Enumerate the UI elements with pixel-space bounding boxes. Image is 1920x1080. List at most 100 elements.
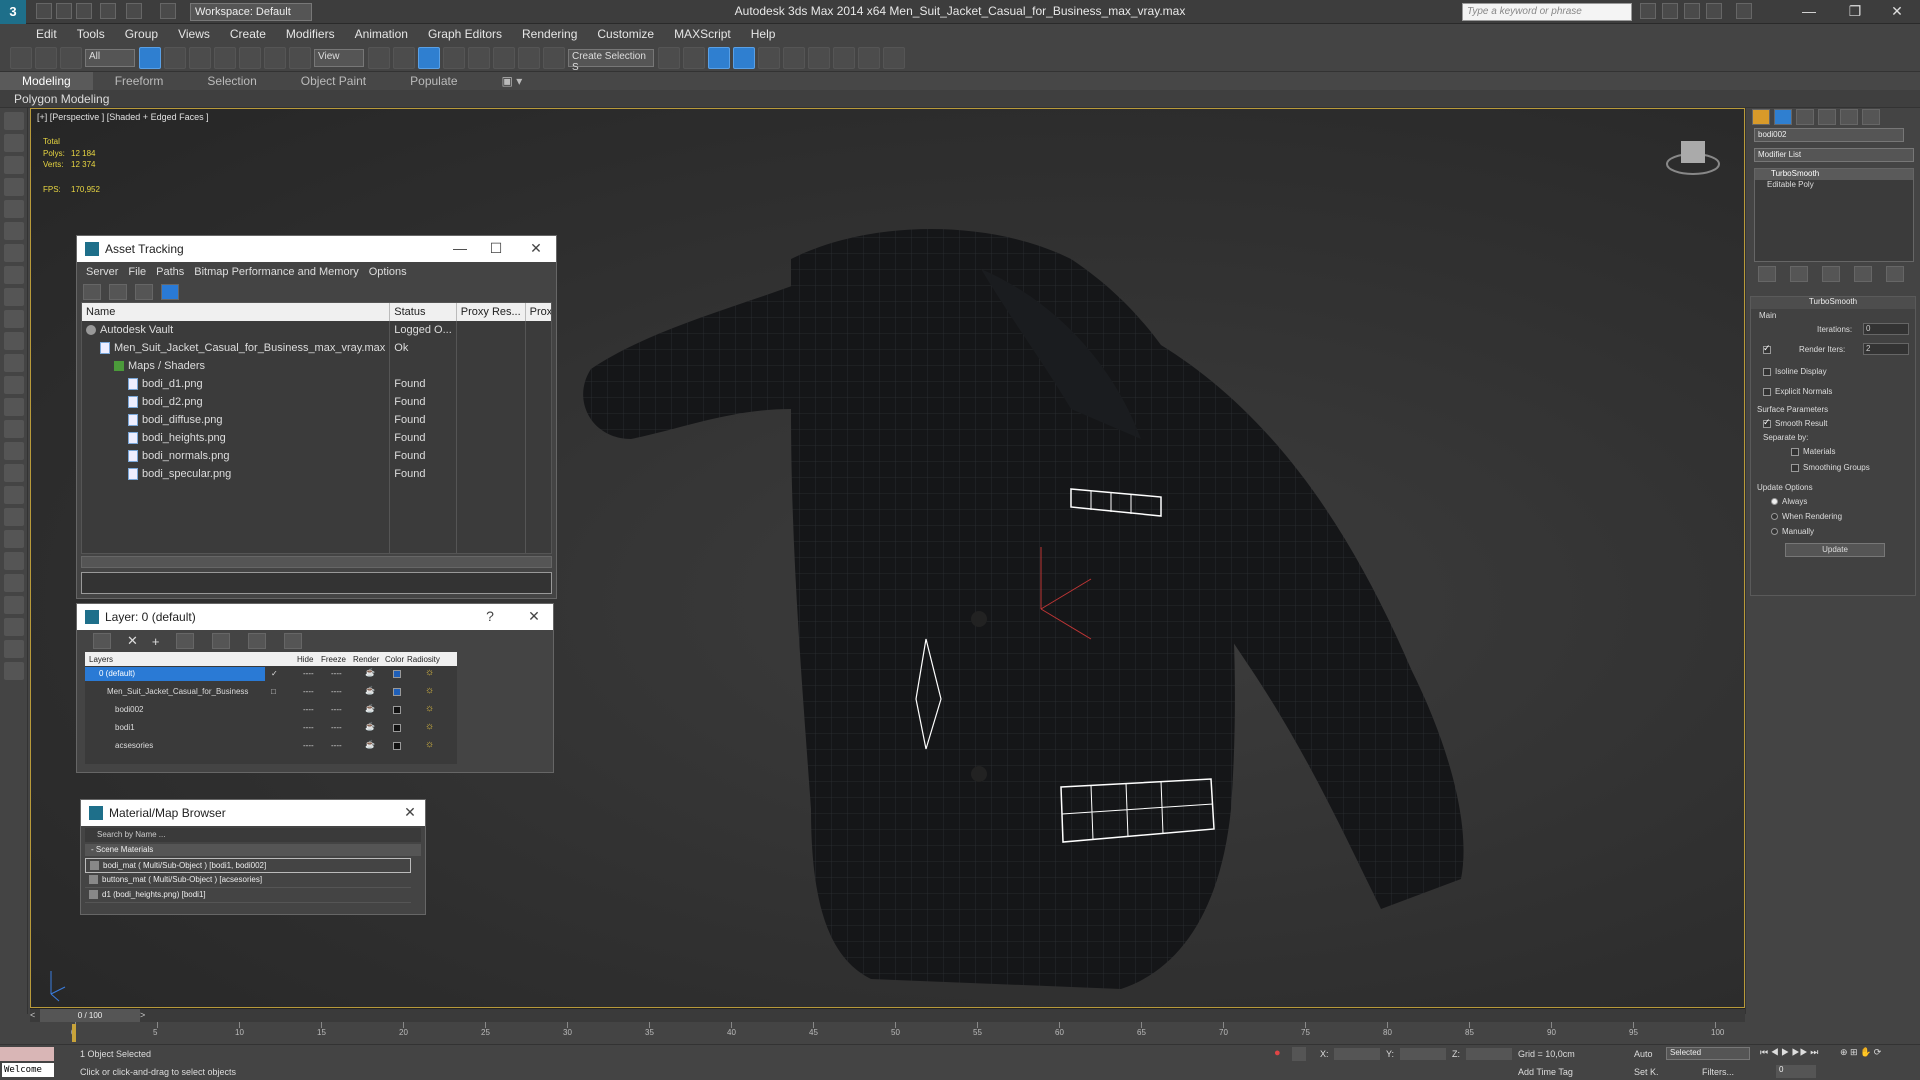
layer-dialog-titlebar[interactable]: Layer: 0 (default) ? ✕ bbox=[77, 604, 553, 630]
motion-tab-icon[interactable] bbox=[1818, 109, 1836, 125]
current-layer-check[interactable]: □ bbox=[271, 687, 276, 696]
hierarchy-icon[interactable] bbox=[4, 486, 24, 504]
select-in-layer-icon[interactable] bbox=[175, 633, 194, 649]
remove-modifier-icon[interactable] bbox=[1854, 266, 1872, 282]
select-object-icon[interactable] bbox=[139, 46, 161, 69]
material-item[interactable]: buttons_mat ( Multi/Sub-Object ) [acseso… bbox=[85, 873, 411, 888]
layer-color-swatch[interactable] bbox=[393, 724, 401, 732]
sphere-icon[interactable] bbox=[4, 332, 24, 350]
table-view-icon[interactable] bbox=[135, 284, 153, 300]
layers-icon[interactable] bbox=[4, 618, 24, 636]
stack-item-editable-poly[interactable]: Editable Poly bbox=[1755, 180, 1913, 191]
isoline-checkbox[interactable]: Isoline Display bbox=[1763, 367, 1827, 376]
rollout-title[interactable]: TurboSmooth bbox=[1751, 297, 1915, 309]
biped-icon[interactable] bbox=[4, 530, 24, 548]
key-filters-button[interactable]: Filters... bbox=[1702, 1067, 1734, 1077]
smooth-result-checkbox[interactable]: Smooth Result bbox=[1763, 417, 1827, 428]
column-header-status[interactable]: Status bbox=[389, 303, 457, 321]
save-file-icon[interactable] bbox=[76, 3, 92, 19]
radiosity-icon[interactable]: ☼ bbox=[425, 703, 434, 714]
camera-icon[interactable] bbox=[4, 156, 24, 174]
freeze-toggle[interactable]: ---- bbox=[331, 723, 342, 732]
layer-name[interactable]: bodi002 bbox=[85, 703, 265, 717]
show-end-result-icon[interactable] bbox=[1790, 266, 1808, 282]
menu-paths[interactable]: Paths bbox=[151, 262, 189, 282]
perspective-viewport[interactable]: [+] [Perspective ] [Shaded + Edged Faces… bbox=[30, 108, 1745, 1008]
auto-key-button[interactable]: Auto bbox=[1634, 1049, 1653, 1059]
table-row[interactable]: bodi_heights.png Found bbox=[82, 429, 551, 447]
radiosity-icon[interactable]: ☼ bbox=[425, 739, 434, 750]
new-file-icon[interactable] bbox=[36, 3, 52, 19]
mirror-icon[interactable] bbox=[658, 46, 680, 69]
favorites-star-icon[interactable] bbox=[1706, 3, 1722, 19]
layer-row[interactable]: bodi002 ---- ---- ☕ ☼ bbox=[85, 702, 457, 720]
hide-toggle[interactable]: ---- bbox=[303, 723, 314, 732]
layer-name[interactable]: 0 (default) bbox=[85, 667, 265, 681]
tab-modeling[interactable]: Modeling bbox=[0, 72, 93, 90]
select-by-name-icon[interactable] bbox=[164, 46, 186, 69]
column-header-proxy[interactable]: Proxy bbox=[525, 303, 551, 321]
script-mini-listener[interactable] bbox=[0, 1047, 54, 1061]
layer-color-swatch[interactable] bbox=[393, 670, 401, 678]
layer-row[interactable]: Men_Suit_Jacket_Casual_for_Business □ ----… bbox=[85, 684, 457, 702]
layer-row[interactable]: 0 (default) ✓ ---- ---- ☕ ☼ bbox=[85, 666, 457, 684]
configure-sets-icon[interactable] bbox=[1886, 266, 1904, 282]
absolute-mode-icon[interactable] bbox=[1292, 1047, 1306, 1061]
time-marker[interactable] bbox=[72, 1024, 76, 1042]
particles-icon[interactable] bbox=[4, 442, 24, 460]
list-view-icon[interactable] bbox=[109, 284, 127, 300]
layer-col-render[interactable]: Render bbox=[353, 655, 385, 664]
close-button[interactable]: ✕ bbox=[1874, 0, 1920, 24]
table-row[interactable]: bodi_d2.png Found bbox=[82, 393, 551, 411]
hide-toggle[interactable]: ---- bbox=[303, 741, 314, 750]
manually-radio[interactable]: Manually bbox=[1771, 527, 1814, 536]
close-icon[interactable]: ✕ bbox=[523, 236, 549, 262]
menu-maxscript[interactable]: MAXScript bbox=[664, 24, 741, 44]
z-coord-field[interactable] bbox=[1466, 1048, 1512, 1060]
project-folder-icon[interactable] bbox=[160, 3, 176, 19]
spot-icon[interactable] bbox=[4, 420, 24, 438]
hide-toggle[interactable]: ---- bbox=[303, 669, 314, 678]
maximize-button[interactable]: ❐ bbox=[1832, 0, 1878, 24]
menu-file[interactable]: File bbox=[123, 262, 151, 282]
subscription-icon[interactable] bbox=[1662, 3, 1678, 19]
time-slider[interactable]: < 0 / 100 > bbox=[30, 1008, 1745, 1023]
layer-help-button[interactable]: ? bbox=[477, 604, 503, 630]
table-row[interactable]: Autodesk Vault Logged O... bbox=[82, 321, 551, 339]
rendered-frame-icon[interactable] bbox=[858, 46, 880, 69]
scale-icon[interactable] bbox=[289, 46, 311, 69]
bind-space-warp-icon[interactable] bbox=[60, 46, 82, 69]
bone-icon[interactable] bbox=[4, 266, 24, 284]
shape-icon[interactable] bbox=[4, 222, 24, 240]
new-layer-icon[interactable] bbox=[93, 633, 111, 649]
container-icon[interactable] bbox=[4, 112, 24, 130]
menu-tools[interactable]: Tools bbox=[67, 24, 115, 44]
minimize-button[interactable]: — bbox=[1786, 0, 1832, 24]
render-iters-spinner[interactable]: 2 bbox=[1863, 343, 1909, 355]
tab-populate[interactable]: Populate bbox=[388, 72, 479, 90]
hierarchy-tab-icon[interactable] bbox=[1796, 109, 1814, 125]
material-editor-icon[interactable] bbox=[808, 46, 830, 69]
menu-server[interactable]: Server bbox=[81, 262, 123, 282]
named-selection-dropdown[interactable]: Create Selection S bbox=[568, 48, 654, 73]
layer-row[interactable]: acsesories ---- ---- ☕ ☼ bbox=[85, 738, 457, 756]
cloth-icon[interactable] bbox=[4, 552, 24, 570]
material-item[interactable]: bodi_mat ( Multi/Sub-Object ) [bodi1, bo… bbox=[85, 858, 411, 873]
stack-item-turbosmooth[interactable]: TurboSmooth bbox=[1755, 169, 1913, 180]
maximize-icon[interactable]: ☐ bbox=[483, 236, 509, 262]
material-browser-titlebar[interactable]: Material/Map Browser ✕ bbox=[81, 800, 425, 826]
layer-row[interactable]: bodi1 ---- ---- ☕ ☼ bbox=[85, 720, 457, 738]
layer-close-icon[interactable]: ✕ bbox=[521, 604, 547, 630]
geometry-icon[interactable] bbox=[4, 244, 24, 262]
communication-icon[interactable] bbox=[1684, 3, 1700, 19]
layer-name[interactable]: acsesories bbox=[85, 739, 265, 753]
menu-animation[interactable]: Animation bbox=[345, 24, 418, 44]
tab-selection[interactable]: Selection bbox=[185, 72, 278, 90]
workspace-dropdown[interactable]: Workspace: Default bbox=[190, 3, 312, 21]
hide-toggle[interactable]: ---- bbox=[303, 687, 314, 696]
help-side-icon[interactable] bbox=[4, 662, 24, 680]
table-row[interactable]: bodi_d1.png Found bbox=[82, 375, 551, 393]
layer-col-layers[interactable]: Layers bbox=[85, 655, 297, 664]
ribbon-toggle-icon[interactable] bbox=[733, 46, 755, 69]
keyword-search-input[interactable]: Type a keyword or phrase bbox=[1462, 3, 1632, 21]
